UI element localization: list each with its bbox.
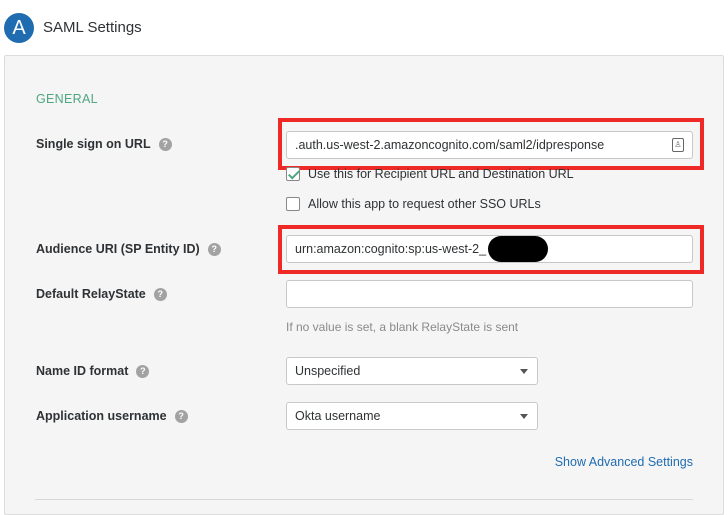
audience-uri-value: urn:amazon:cognito:sp:us-west-2_ — [295, 242, 487, 256]
other-sso-checkbox-row[interactable]: Allow this app to request other SSO URLs — [286, 197, 541, 211]
audience-uri-label: Audience URI (SP Entity ID) ? — [36, 242, 221, 256]
contact-card-icon[interactable]: ♙ — [672, 138, 684, 152]
app-username-select[interactable]: Okta username — [286, 402, 538, 430]
app-username-value: Okta username — [295, 409, 381, 423]
app-username-label: Application username ? — [36, 409, 188, 423]
redaction-mark — [488, 236, 549, 262]
sso-url-input[interactable]: .auth.us-west-2.amazoncognito.com/saml2/… — [286, 131, 693, 159]
relay-state-input[interactable] — [286, 280, 693, 308]
other-sso-checkbox-label: Allow this app to request other SSO URLs — [308, 197, 541, 211]
audience-uri-input[interactable]: urn:amazon:cognito:sp:us-west-2_ — [286, 235, 693, 263]
help-icon[interactable]: ? — [174, 409, 188, 423]
name-id-format-select[interactable]: Unspecified — [286, 357, 538, 385]
recipient-url-checkbox-row[interactable]: Use this for Recipient URL and Destinati… — [286, 167, 574, 181]
help-icon[interactable]: ? — [153, 287, 167, 301]
relay-state-label-text: Default RelayState — [36, 287, 146, 301]
sso-url-label: Single sign on URL ? — [36, 137, 172, 151]
divider — [35, 499, 693, 500]
sso-url-value: .auth.us-west-2.amazoncognito.com/saml2/… — [295, 138, 605, 152]
sso-url-label-text: Single sign on URL — [36, 137, 151, 151]
show-advanced-settings-link[interactable]: Show Advanced Settings — [555, 455, 693, 469]
help-icon[interactable]: ? — [207, 242, 221, 256]
section-title-general: GENERAL — [36, 92, 98, 106]
name-id-format-value: Unspecified — [295, 364, 361, 378]
chevron-down-icon — [520, 369, 528, 374]
saml-settings-header: A SAML Settings — [0, 0, 728, 55]
name-id-format-label-text: Name ID format — [36, 364, 129, 378]
relay-state-label: Default RelayState ? — [36, 287, 167, 301]
recipient-url-checkbox-label: Use this for Recipient URL and Destinati… — [308, 167, 574, 181]
help-icon[interactable]: ? — [158, 137, 172, 151]
step-badge: A — [4, 13, 34, 43]
app-username-label-text: Application username — [36, 409, 167, 423]
help-icon[interactable]: ? — [136, 364, 150, 378]
name-id-format-label: Name ID format ? — [36, 364, 150, 378]
general-settings-panel: GENERAL Single sign on URL ? .auth.us-we… — [4, 55, 724, 515]
other-sso-checkbox[interactable] — [286, 197, 300, 211]
relay-state-hint: If no value is set, a blank RelayState i… — [286, 320, 519, 334]
audience-uri-label-text: Audience URI (SP Entity ID) — [36, 242, 200, 256]
page-title: SAML Settings — [43, 19, 142, 36]
recipient-url-checkbox[interactable] — [286, 167, 300, 181]
chevron-down-icon — [520, 414, 528, 419]
